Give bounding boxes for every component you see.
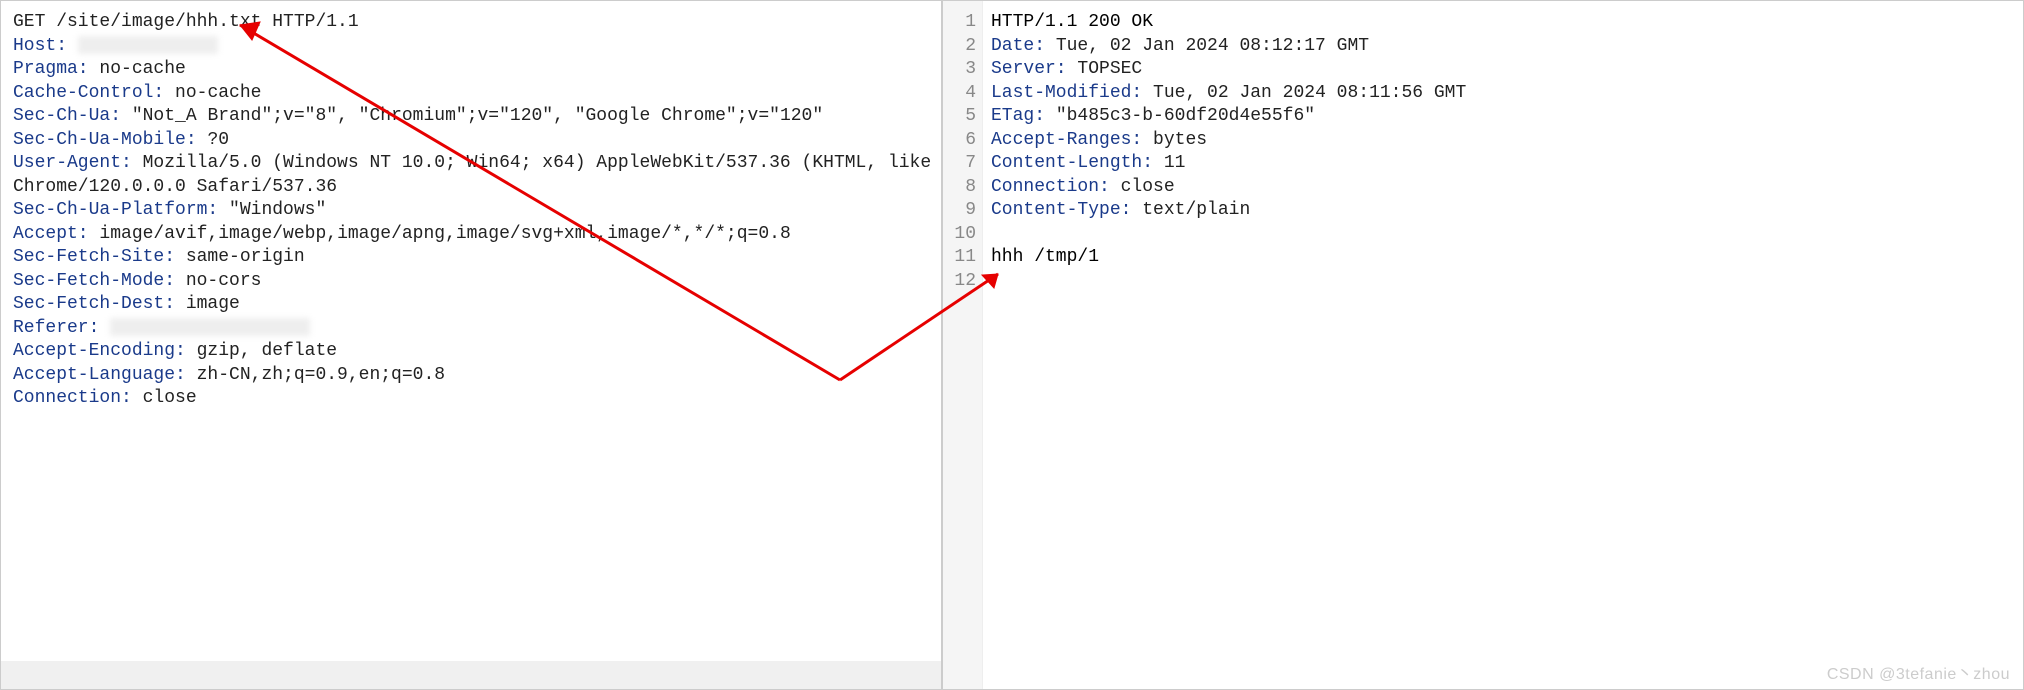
response-line: Last-Modified: Tue, 02 Jan 2024 08:11:56… [991,82,2015,106]
line-number: 5 [943,105,976,129]
line-number: 4 [943,82,976,106]
response-line: Connection: close [991,176,2015,200]
header-user-agent-cont: Chrome/120.0.0.0 Safari/537.36 [13,176,929,200]
line-number: 10 [943,223,976,247]
watermark: CSDN @3tefanie丶zhou [1827,660,2010,684]
response-line: ETag: "b485c3-b-60df20d4e55f6" [991,105,2015,129]
response-line [991,223,2015,247]
header-referer: Referer: [13,317,929,341]
header-user-agent: User-Agent: Mozilla/5.0 (Windows NT 10.0… [13,152,929,176]
header-accept-encoding: Accept-Encoding: gzip, deflate [13,340,929,364]
response-line: Server: TOPSEC [991,58,2015,82]
line-number: 1 [943,11,976,35]
line-number: 8 [943,176,976,200]
line-number-gutter: 123456789101112 [943,1,983,689]
http-panels: GET /site/image/hhh.txt HTTP/1.1 Host: P… [0,0,2024,690]
request-line: GET /site/image/hhh.txt HTTP/1.1 [13,11,929,35]
header-host: Host: [13,35,929,59]
header-sec-ch-ua-mobile: Sec-Ch-Ua-Mobile: ?0 [13,129,929,153]
header-sec-ch-ua: Sec-Ch-Ua: "Not_A Brand";v="8", "Chromiu… [13,105,929,129]
response-line: Content-Length: 11 [991,152,2015,176]
line-number: 2 [943,35,976,59]
header-sec-fetch-mode: Sec-Fetch-Mode: no-cors [13,270,929,294]
line-number: 6 [943,129,976,153]
response-line: hhh /tmp/1 [991,246,2015,270]
header-accept: Accept: image/avif,image/webp,image/apng… [13,223,929,247]
line-number: 12 [943,270,976,294]
header-pragma: Pragma: no-cache [13,58,929,82]
response-line: Accept-Ranges: bytes [991,129,2015,153]
header-connection: Connection: close [13,387,929,411]
header-sec-fetch-dest: Sec-Fetch-Dest: image [13,293,929,317]
line-number: 9 [943,199,976,223]
line-number: 11 [943,246,976,270]
request-bottom-bar [1,661,941,689]
response-line: Date: Tue, 02 Jan 2024 08:12:17 GMT [991,35,2015,59]
response-line: Content-Type: text/plain [991,199,2015,223]
redacted-referer [110,318,310,336]
response-line [991,270,2015,294]
response-code: HTTP/1.1 200 OKDate: Tue, 02 Jan 2024 08… [983,1,2023,689]
response-panel[interactable]: 123456789101112 HTTP/1.1 200 OKDate: Tue… [943,1,2023,689]
line-number: 3 [943,58,976,82]
response-line: HTTP/1.1 200 OK [991,11,2015,35]
header-sec-fetch-site: Sec-Fetch-Site: same-origin [13,246,929,270]
redacted-host [78,36,218,54]
header-accept-language: Accept-Language: zh-CN,zh;q=0.9,en;q=0.8 [13,364,929,388]
header-sec-ch-ua-platform: Sec-Ch-Ua-Platform: "Windows" [13,199,929,223]
header-cache-control: Cache-Control: no-cache [13,82,929,106]
request-panel[interactable]: GET /site/image/hhh.txt HTTP/1.1 Host: P… [1,1,943,689]
line-number: 7 [943,152,976,176]
